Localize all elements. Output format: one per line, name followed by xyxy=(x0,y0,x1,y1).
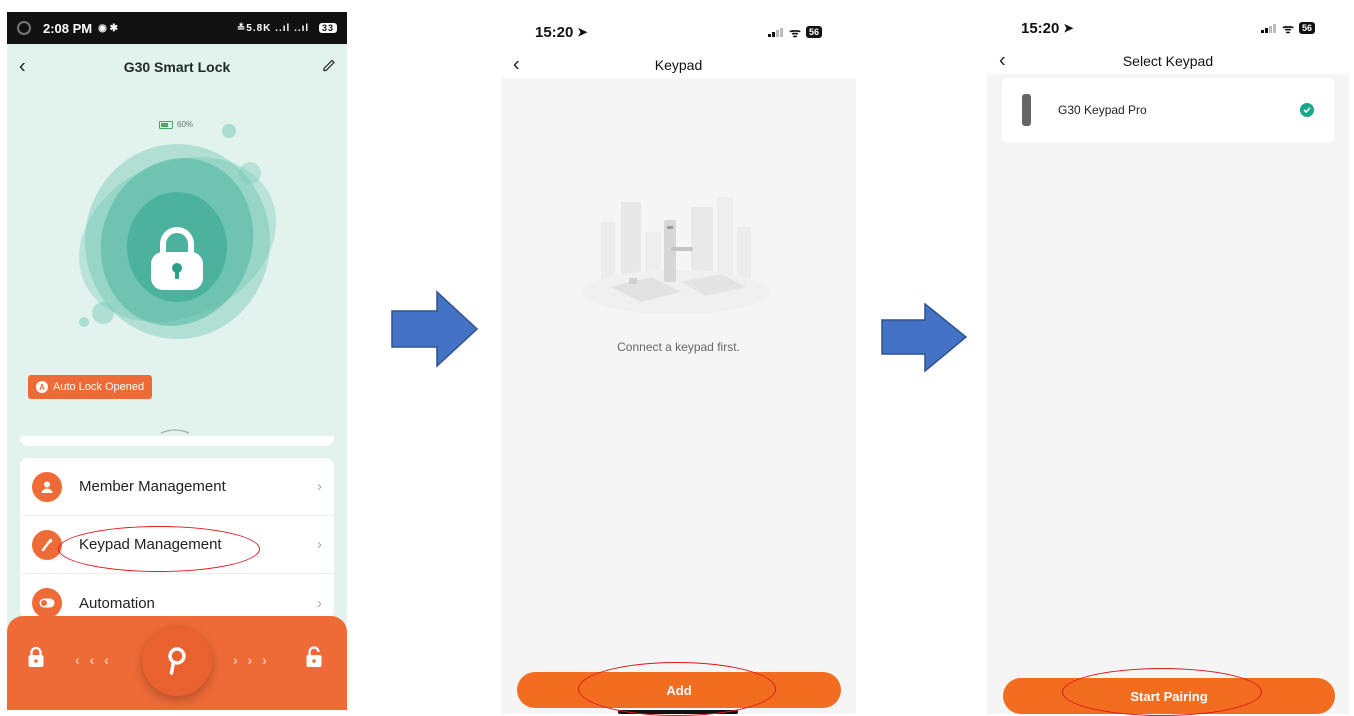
flow-arrow-right-icon xyxy=(391,290,479,368)
lock-battery: 60% xyxy=(159,120,193,129)
chevron-right-icon: › xyxy=(317,478,322,495)
app-header: ‹ G30 Smart Lock xyxy=(7,44,347,90)
flow-arrow-right-icon xyxy=(881,302,968,373)
auto-icon: A xyxy=(36,381,48,393)
lock-closed-icon[interactable] xyxy=(27,646,45,673)
wifi-icon: ᯤ xyxy=(1282,21,1294,36)
lock-app-screen: 2:08 PM ◉ ✱ ≛5.8K ..ıl ..ıl 33 ‹ G30 Sma… xyxy=(7,12,347,710)
drag-handle[interactable] xyxy=(159,421,191,434)
device-name: G30 Keypad Pro xyxy=(1058,103,1147,117)
battery-icon: 56 xyxy=(805,26,822,38)
checkmark-icon xyxy=(1300,103,1314,117)
add-button[interactable]: Add xyxy=(517,672,841,708)
settings-menu: Member Management › Keypad Management › … xyxy=(20,458,334,618)
status-time: 2:08 PM xyxy=(43,20,93,36)
status-notification-icons: ◉ ✱ xyxy=(98,22,119,34)
status-bar: 2:08 PM ◉ ✱ ≛5.8K ..ıl ..ıl 33 xyxy=(7,12,347,44)
network-indicators: ≛5.8K ..ıl ..ıl xyxy=(236,22,310,34)
battery-icon: 33 xyxy=(318,22,337,33)
padlock-icon[interactable] xyxy=(147,222,207,294)
select-keypad-screen: 15:20 ➤ ᯤ 56 ‹ Select Keypad G30 Keypad … xyxy=(987,8,1349,714)
status-bar: 15:20 ➤ ᯤ 56 xyxy=(501,12,856,52)
signal-icon xyxy=(768,28,784,37)
home-indicator xyxy=(618,710,738,714)
lock-open-icon[interactable] xyxy=(305,646,323,673)
status-icons: ᯤ 56 xyxy=(1261,19,1315,37)
auto-lock-badge: A Auto Lock Opened xyxy=(28,375,153,399)
keypad-device-item[interactable]: G30 Keypad Pro xyxy=(1002,78,1334,142)
nav-header: ‹ Keypad xyxy=(501,52,856,78)
battery-percent: 60% xyxy=(177,120,194,129)
person-icon xyxy=(32,471,62,502)
page-title: Select Keypad xyxy=(1122,53,1214,69)
nav-header: ‹ Select Keypad xyxy=(987,48,1349,74)
empty-state-text: Connect a keypad first. xyxy=(617,340,740,354)
wifi-icon: ᯤ xyxy=(789,25,801,40)
location-arrow-icon: ➤ xyxy=(577,25,588,39)
start-pairing-button[interactable]: Start Pairing xyxy=(1003,678,1335,714)
signal-icon xyxy=(1261,24,1277,33)
page-title: G30 Smart Lock xyxy=(123,59,231,75)
toggle-icon xyxy=(32,588,62,618)
chevron-right-icon: › xyxy=(317,536,322,553)
battery-icon xyxy=(159,120,173,129)
key-button[interactable] xyxy=(142,626,212,696)
location-arrow-icon: ➤ xyxy=(1063,21,1074,35)
status-time: 15:20 xyxy=(535,23,574,41)
page-title: Keypad xyxy=(654,57,703,73)
chevron-right-icon: › xyxy=(317,594,322,612)
edit-icon[interactable] xyxy=(323,59,335,76)
empty-state-illustration xyxy=(571,192,781,322)
chevron-left-icon[interactable]: ‹ xyxy=(19,56,26,79)
battery-icon: 56 xyxy=(1298,22,1315,34)
keypad-icon xyxy=(32,529,62,560)
key-icon xyxy=(168,647,186,675)
camera-cutout xyxy=(17,21,31,35)
keypad-device-icon xyxy=(1022,94,1031,126)
chevron-left-icon[interactable]: ‹ xyxy=(999,50,1006,73)
auto-lock-text: Auto Lock Opened xyxy=(53,381,145,393)
menu-item-label: Keypad Management xyxy=(79,536,222,553)
menu-item-keypad-management[interactable]: Keypad Management › xyxy=(20,516,334,574)
menu-item-label: Automation xyxy=(79,594,155,612)
swipe-right-arrows: › › › xyxy=(233,652,270,668)
sheet-card-edge xyxy=(20,436,334,446)
menu-item-label: Member Management xyxy=(79,478,226,495)
status-indicators: ≛5.8K ..ıl ..ıl 33 xyxy=(236,22,337,34)
menu-item-member-management[interactable]: Member Management › xyxy=(20,458,334,516)
unlock-control-bar: ‹ ‹ ‹ › › › xyxy=(7,616,347,710)
status-icons: ᯤ 56 xyxy=(768,23,822,41)
keypad-screen: 15:20 ➤ ᯤ 56 ‹ Keypad Connect a keypad f xyxy=(501,12,856,714)
status-time: 15:20 xyxy=(1021,19,1060,37)
swipe-left-arrows: ‹ ‹ ‹ xyxy=(75,652,112,668)
status-bar: 15:20 ➤ ᯤ 56 xyxy=(987,8,1349,48)
chevron-left-icon[interactable]: ‹ xyxy=(513,54,520,77)
